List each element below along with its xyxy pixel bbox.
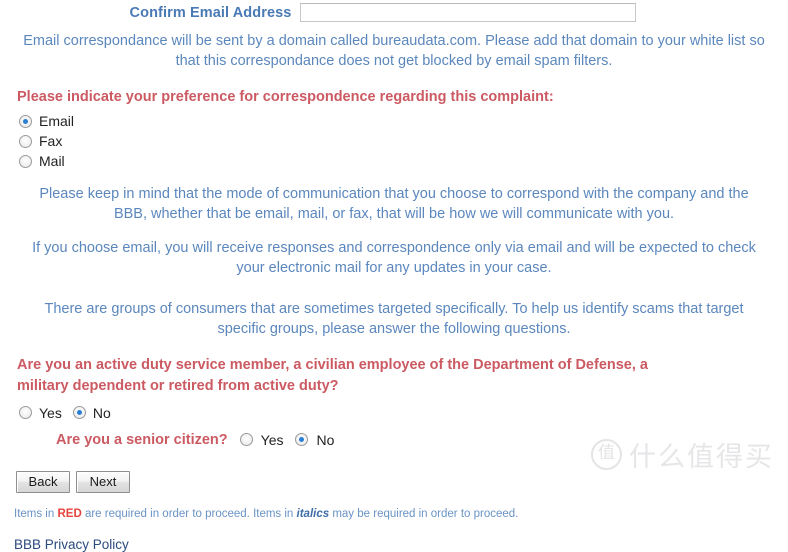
radio-active-duty-yes-icon[interactable] [19,406,32,420]
radio-senior-no-icon[interactable] [295,433,309,447]
preference-option-mail-label: Mail [39,153,65,170]
bbb-privacy-policy-link[interactable]: BBB Privacy Policy [0,522,129,552]
back-button[interactable]: Back [16,470,70,493]
radio-senior-yes-icon[interactable] [239,433,253,447]
complaint-form-page: Confirm Email Address Email correspondan… [0,0,788,552]
senior-yes-label: Yes [260,431,284,448]
preference-option-fax[interactable]: Fax [19,131,788,151]
next-button[interactable]: Next [76,470,130,493]
radio-mail-icon[interactable] [19,154,32,168]
footnote-red-word: RED [57,507,82,520]
preference-option-fax-label: Fax [39,133,63,150]
footnote-part-2: are required in order to proceed. Items … [81,507,297,520]
active-duty-no-label: No [92,404,111,421]
active-duty-question: Are you an active duty service member, a… [17,357,648,395]
preference-option-mail[interactable]: Mail [19,151,788,171]
footnote-italics-word: italics [296,507,330,520]
active-duty-radio-group: Yes No [0,402,788,424]
senior-citizen-row: Are you a senior citizen? Yes No [0,428,788,452]
active-duty-yes-label: Yes [39,404,62,421]
footnote-part-1: Items in [14,507,58,520]
confirm-email-row: Confirm Email Address [0,0,788,22]
email-choice-note: If you choose email, you will receive re… [32,240,756,276]
targeted-groups-note: There are groups of consumers that are s… [44,300,744,337]
email-domain-note: Email correspondance will be sent by a d… [23,33,765,69]
radio-fax-icon[interactable] [19,134,32,148]
senior-citizen-question: Are you a senior citizen? [56,431,228,448]
preference-option-email[interactable]: Email [19,111,788,131]
preference-heading: Please indicate your preference for corr… [17,88,554,105]
senior-no-label: No [316,431,335,448]
required-fields-footnote: Items in RED are required in order to pr… [0,493,788,522]
preference-option-email-label: Email [39,113,75,130]
confirm-email-label: Confirm Email Address [129,4,292,21]
form-actions: Back Next [0,452,788,493]
footnote-part-3: may be required in order to proceed. [329,507,519,520]
confirm-email-input[interactable] [300,3,637,22]
preference-radio-group: Email Fax Mail [0,111,788,171]
radio-email-icon[interactable] [19,114,32,128]
communication-mode-note: Please keep in mind that the mode of com… [39,186,749,223]
radio-active-duty-no-icon[interactable] [72,406,86,420]
